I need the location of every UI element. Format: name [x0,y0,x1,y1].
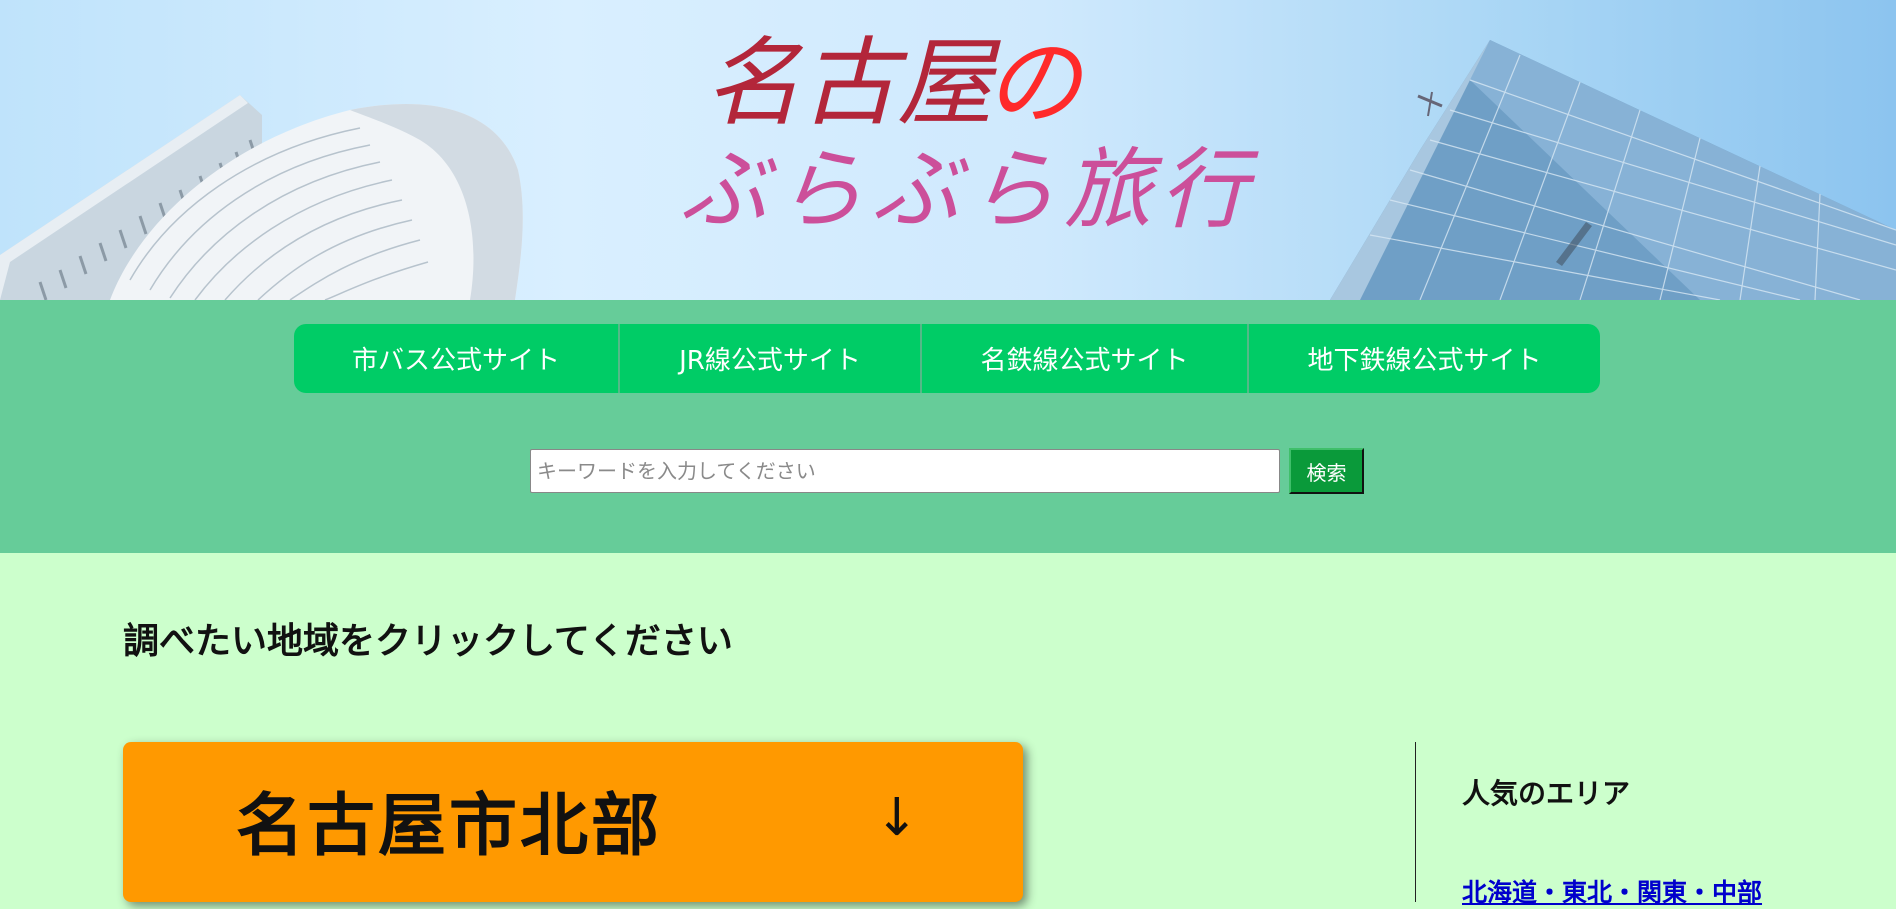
hero-illustration: 名古屋 の ぶらぶら旅行 [0,27,1896,300]
page-heading: 調べたい地域をクリックしてください [123,621,733,662]
nav-city-bus-link[interactable]: 市バス公式サイト [294,324,620,393]
site-logo: 名古屋 の ぶらぶら旅行 [680,27,1259,241]
search-button[interactable]: 検索 [1289,448,1364,494]
nav-jr-link[interactable]: JR線公式サイト [620,324,922,393]
hero-banner: 名古屋 の ぶらぶら旅行 [0,0,1896,300]
transit-nav: 市バス公式サイト JR線公式サイト 名鉄線公式サイト 地下鉄線公式サイト [294,324,1600,393]
left-building-image [0,95,523,300]
region-card-north-nagoya[interactable]: 名古屋市北部 ↓ [123,742,1023,902]
nav-meitetsu-link[interactable]: 名鉄線公式サイト [922,324,1249,393]
sidebar-heading: 人気のエリア [1462,777,1631,810]
search-form: 検索 [530,448,1364,494]
nav-band: 市バス公式サイト JR線公式サイト 名鉄線公式サイト 地下鉄線公式サイト 検索 [0,300,1896,553]
sidebar-area-link[interactable]: 北海道・東北・関東・中部 [1462,873,1762,909]
sidebar-divider [1415,742,1416,902]
search-input[interactable] [530,449,1280,493]
logo-line1-text: 名古屋 [705,27,1001,139]
down-arrow-icon: ↓ [875,788,919,848]
nav-subway-link[interactable]: 地下鉄線公式サイト [1249,324,1600,393]
region-card-title: 名古屋市北部 [236,787,663,866]
right-building-image [1330,40,1896,300]
logo-line2-text: ぶらぶら旅行 [680,138,1259,241]
logo-line1-accent-text: の [985,27,1086,139]
